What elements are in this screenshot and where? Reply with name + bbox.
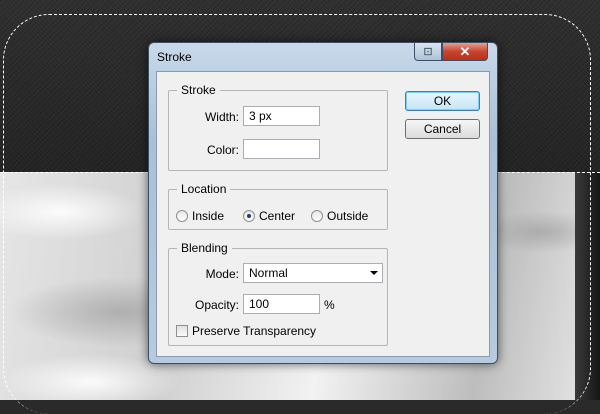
width-field[interactable]: 3 px — [243, 106, 320, 126]
blending-group: Blending Mode: Normal Opacity: 100 % Pre… — [168, 241, 388, 346]
radio-outside[interactable]: Outside — [311, 209, 368, 223]
close-icon[interactable]: ✕ — [442, 43, 488, 61]
chevron-down-icon[interactable] — [370, 271, 378, 275]
blending-group-legend: Blending — [177, 241, 232, 255]
opacity-unit: % — [324, 298, 335, 312]
preserve-transparency-label: Preserve Transparency — [192, 324, 317, 338]
width-label: Width: — [204, 110, 239, 124]
dialog-body: Stroke Width: 3 px Color: Location Insid… — [156, 71, 490, 357]
radio-inside-label: Inside — [192, 209, 225, 223]
opacity-label: Opacity: — [194, 298, 239, 312]
radio-center-indicator[interactable] — [243, 210, 255, 222]
preserve-transparency-checkbox[interactable]: Preserve Transparency — [176, 324, 316, 338]
radio-inside[interactable]: Inside — [176, 209, 224, 223]
stroke-group-legend: Stroke — [177, 83, 220, 97]
title-bar[interactable]: Stroke ⊡ ✕ — [149, 43, 497, 71]
color-label: Color: — [206, 143, 239, 157]
radio-outside-indicator[interactable] — [311, 210, 323, 222]
radio-outside-label: Outside — [327, 209, 369, 223]
opacity-field[interactable]: 100 — [243, 294, 320, 314]
location-group: Location Inside Center Outside — [168, 182, 388, 230]
preserve-transparency-box[interactable] — [176, 325, 188, 337]
help-icon[interactable]: ⊡ — [414, 43, 442, 61]
radio-center-label: Center — [259, 209, 296, 223]
mode-select-value: Normal — [249, 266, 288, 280]
radio-inside-indicator[interactable] — [176, 210, 188, 222]
stroke-dialog: Stroke ⊡ ✕ Stroke Width: 3 px Color: Loc… — [148, 42, 498, 364]
ok-button[interactable]: OK — [405, 91, 480, 111]
color-swatch[interactable] — [243, 139, 320, 159]
dialog-title: Stroke — [157, 50, 192, 64]
radio-center[interactable]: Center — [243, 209, 295, 223]
stroke-group: Stroke Width: 3 px Color: — [168, 83, 388, 171]
mode-label: Mode: — [205, 267, 239, 281]
cancel-button[interactable]: Cancel — [405, 119, 480, 139]
mode-select[interactable]: Normal — [243, 263, 383, 283]
location-group-legend: Location — [177, 182, 231, 196]
